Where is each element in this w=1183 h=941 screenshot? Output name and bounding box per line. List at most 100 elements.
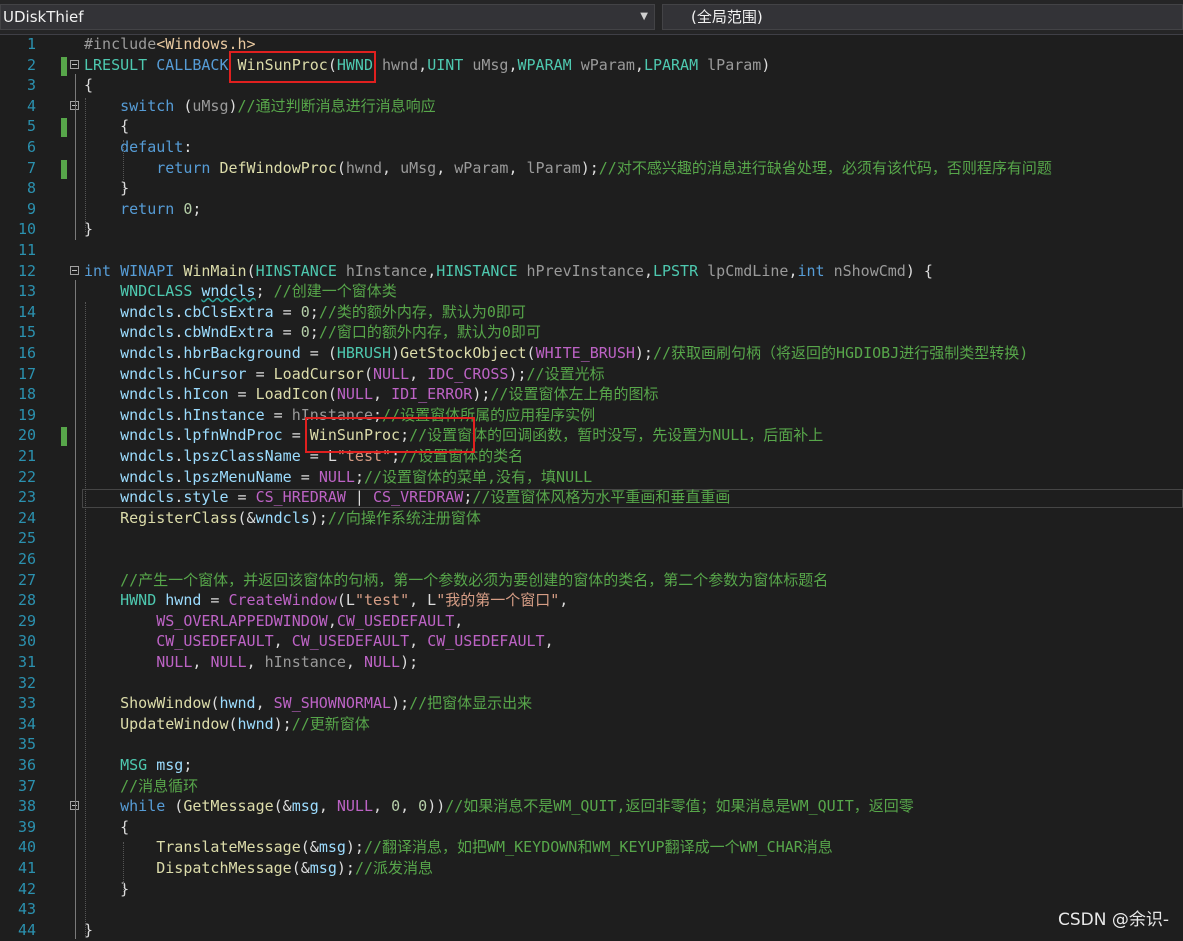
- code-line[interactable]: 6 default:: [0, 137, 1183, 158]
- line-number: 23: [17, 488, 36, 507]
- code-line[interactable]: 23 wndcls.style = CS_HREDRAW | CS_VREDRA…: [0, 487, 1183, 508]
- code-line[interactable]: 33 ShowWindow(hwnd, SW_SHOWNORMAL);//把窗体…: [0, 693, 1183, 714]
- code-line[interactable]: 34 UpdateWindow(hwnd);//更新窗体: [0, 714, 1183, 735]
- code-line[interactable]: 36 MSG msg;: [0, 755, 1183, 776]
- code-token: cbClsExtra: [183, 302, 274, 321]
- code-line[interactable]: 15 wndcls.cbWndExtra = 0;//窗口的额外内存，默认为0即…: [0, 322, 1183, 343]
- code-token: WinSunProc: [237, 55, 328, 74]
- code-line[interactable]: 17 wndcls.hCursor = LoadCursor(NULL, IDC…: [0, 364, 1183, 385]
- code-token: NULL: [156, 653, 193, 671]
- code-token: lpszClassName: [183, 447, 301, 465]
- code-token: (L: [336, 591, 355, 610]
- fold-toggle-icon[interactable]: [70, 265, 79, 275]
- code-line[interactable]: 8 }: [0, 178, 1183, 199]
- code-line[interactable]: 30 CW_USEDEFAULT, CW_USEDEFAULT, CW_USED…: [0, 631, 1183, 652]
- code-line[interactable]: 25: [0, 528, 1183, 549]
- code-line[interactable]: 44}: [0, 920, 1183, 941]
- code-line[interactable]: 12 int WINAPI WinMain(HINSTANCE hInstance…: [0, 261, 1183, 282]
- code-text: #include<Windows.h>: [84, 34, 256, 55]
- code-token: ;: [309, 302, 319, 321]
- code-editor[interactable]: 1 #include<Windows.h> 2 LRESULT CALLBACK Wi…: [0, 34, 1183, 939]
- code-line[interactable]: 39 {: [0, 817, 1183, 838]
- code-line[interactable]: 43: [0, 899, 1183, 920]
- code-token: hwnd: [165, 591, 202, 610]
- code-line[interactable]: 19 wndcls.hInstance = hInstance;//设置窗体所属…: [0, 405, 1183, 426]
- line-number: 28: [17, 591, 36, 610]
- code-line[interactable]: 10}: [0, 219, 1183, 240]
- change-indicator: [61, 56, 67, 76]
- code-token: //翻译消息，如把WM_KEYDOWN和WM_KEYUP翻译成一个WM_CHAR…: [363, 838, 833, 857]
- code-line[interactable]: 40 TranslateMessage(&msg);//翻译消息，如把WM_KE…: [0, 837, 1183, 858]
- code-token: //把窗体显示出来: [409, 694, 533, 713]
- code-line[interactable]: 31 NULL, NULL, hInstance, NULL);: [0, 652, 1183, 673]
- code-token: );: [309, 508, 328, 527]
- line-number: 40: [17, 838, 36, 857]
- line-number: 17: [17, 364, 36, 383]
- code-token: ,: [255, 694, 274, 713]
- code-line[interactable]: 1 #include<Windows.h>: [0, 34, 1183, 55]
- fold-toggle-icon[interactable]: [70, 59, 79, 69]
- code-line[interactable]: 7 return DefWindowProc(hwnd, uMsg, wPara…: [0, 158, 1183, 179]
- code-text: //消息循环: [84, 776, 198, 797]
- code-line[interactable]: 21 wndcls.lpszClassName = L"test";//设置窗体…: [0, 446, 1183, 467]
- code-token: //创建一个窗体类: [273, 282, 397, 301]
- code-token: ,: [559, 591, 569, 610]
- code-line[interactable]: 27 //产生一个窗体，并返回该窗体的句柄，第一个参数必须为要创建的窗体的类名，…: [0, 570, 1183, 591]
- code-line[interactable]: 18 wndcls.hIcon = LoadIcon(NULL, IDI_ERR…: [0, 384, 1183, 405]
- code-line[interactable]: 38 while (GetMessage(&msg, NULL, 0, 0))/…: [0, 796, 1183, 817]
- code-line[interactable]: 9 return 0;: [0, 199, 1183, 220]
- scope-dropdown[interactable]: (全局范围): [662, 4, 1183, 30]
- change-indicator: [61, 159, 67, 179]
- code-token: //向操作系统注册窗体: [327, 508, 481, 527]
- code-line[interactable]: 14 wndcls.cbClsExtra = 0;//类的额外内存，默认为0即可: [0, 302, 1183, 323]
- line-number: 35: [17, 735, 36, 754]
- code-line[interactable]: 32: [0, 673, 1183, 694]
- code-line[interactable]: 22 wndcls.lpszMenuName = NULL;//设置窗体的菜单,…: [0, 467, 1183, 488]
- code-token: <Windows.h>: [156, 35, 256, 53]
- line-number: 13: [17, 282, 36, 301]
- line-number: 26: [17, 550, 36, 568]
- code-token: ): [761, 55, 771, 74]
- code-line[interactable]: 24 RegisterClass(&wndcls);//向操作系统注册窗体: [0, 508, 1183, 529]
- code-line[interactable]: 35: [0, 734, 1183, 755]
- code-token: LoadIcon: [255, 385, 328, 404]
- code-token: while: [120, 797, 166, 816]
- code-token: default: [120, 138, 184, 156]
- code-token: ,: [373, 797, 392, 816]
- code-line[interactable]: 37 //消息循环: [0, 776, 1183, 797]
- code-line[interactable]: 28 HWND hwnd = CreateWindow(L"test", L"我…: [0, 590, 1183, 611]
- code-line[interactable]: 42 }: [0, 879, 1183, 900]
- fold-region-line: [75, 74, 76, 240]
- code-token: lpfnWndProc: [183, 426, 283, 445]
- code-token: hInstance: [183, 405, 265, 424]
- code-line[interactable]: 5 {: [0, 116, 1183, 138]
- code-text: RegisterClass(&wndcls);//向操作系统注册窗体: [84, 508, 481, 529]
- project-dropdown[interactable]: UDiskThief ▼: [0, 4, 655, 30]
- code-token: .: [174, 488, 184, 507]
- code-line[interactable]: 4 switch (uMsg)//通过判断消息进行消息响应: [0, 96, 1183, 117]
- code-token: );: [580, 158, 599, 177]
- code-line[interactable]: 20 wndcls.lpfnWndProc = WinSunProc;//设置窗…: [0, 425, 1183, 447]
- code-line[interactable]: 2 LRESULT CALLBACK WinSunProc(HWND hwnd,U…: [0, 55, 1183, 76]
- code-token: return: [120, 199, 175, 218]
- chevron-down-icon[interactable]: ▼: [640, 5, 648, 29]
- code-text: {: [84, 75, 93, 96]
- code-line[interactable]: 11: [0, 240, 1183, 261]
- code-token: =: [291, 467, 319, 486]
- code-token: ,: [382, 158, 401, 177]
- scope-label: (全局范围): [691, 8, 763, 26]
- code-line[interactable]: 3{: [0, 75, 1183, 96]
- code-line[interactable]: 29 WS_OVERLAPPEDWINDOW,CW_USEDEFAULT,: [0, 611, 1183, 632]
- code-token: //设置窗体左上角的图标: [490, 385, 659, 404]
- code-line[interactable]: 13 WNDCLASS wndcls; //创建一个窗体类: [0, 281, 1183, 302]
- code-line[interactable]: 41 DispatchMessage(&msg);//派发消息: [0, 858, 1183, 879]
- code-line[interactable]: 16 wndcls.hbrBackground = (HBRUSH)GetSto…: [0, 343, 1183, 364]
- code-line[interactable]: 26: [0, 549, 1183, 570]
